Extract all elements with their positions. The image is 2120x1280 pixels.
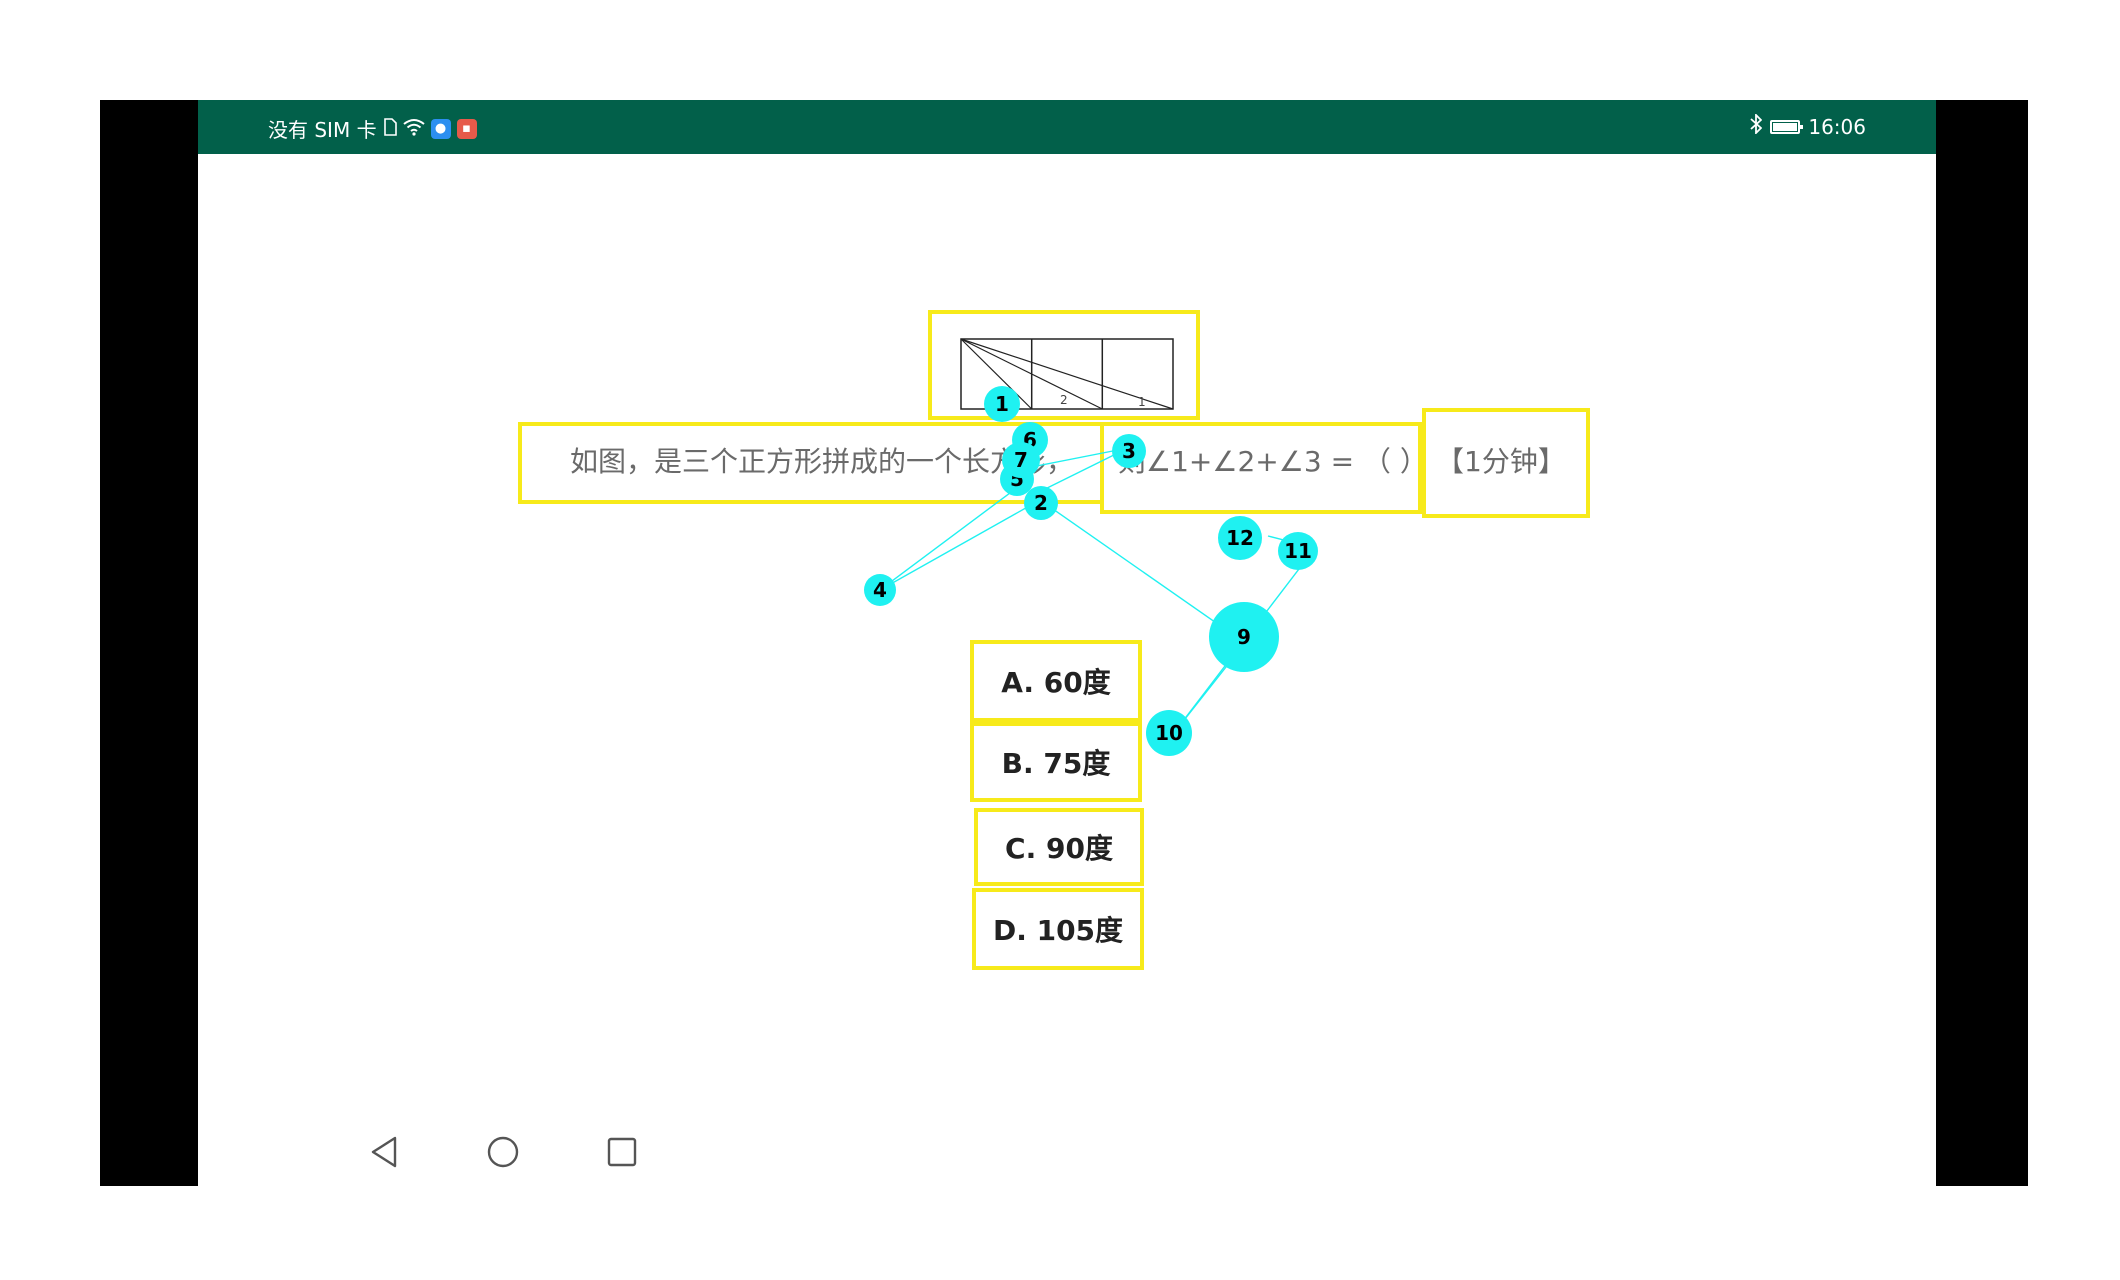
option-d-label: D. 105度 [992, 914, 1124, 947]
marker-4: 4 [864, 574, 896, 606]
status-time: 16:06 [1808, 114, 1866, 139]
marker-7: 7 [1002, 442, 1040, 478]
option-b-label: B. 75度 [1001, 747, 1111, 780]
device-screen: 没有 SIM 卡 ● ▪ 16:06 2 1 如图，是三个正方形拼成的一个长方形… [198, 100, 1936, 1186]
recents-icon[interactable] [602, 1132, 642, 1172]
carrier-text: 没有 SIM 卡 [268, 118, 377, 142]
back-icon[interactable] [364, 1132, 404, 1172]
option-c-button[interactable]: C. 90度 [974, 808, 1144, 886]
status-right: 16:06 [1750, 112, 1866, 139]
option-c-label: C. 90度 [1005, 832, 1113, 865]
marker-12: 12 [1218, 516, 1262, 560]
page: 没有 SIM 卡 ● ▪ 16:06 2 1 如图，是三个正方形拼成的一个长方形… [0, 0, 2120, 1280]
marker-9: 9 [1209, 602, 1279, 672]
sim-card-icon [383, 117, 397, 141]
app-notification-icon: ● [430, 118, 451, 139]
bluetooth-icon [1750, 112, 1763, 139]
option-d-button[interactable]: D. 105度 [972, 888, 1144, 970]
marker-1: 1 [984, 386, 1020, 422]
status-bar: 没有 SIM 卡 ● ▪ 16:06 [198, 100, 1936, 154]
marker-10: 10 [1146, 710, 1192, 756]
status-left: 没有 SIM 卡 ● ▪ [268, 114, 477, 143]
battery-icon [1770, 119, 1804, 134]
question-text-part1: 如图，是三个正方形拼成的一个长方形， [570, 445, 1075, 478]
wifi-icon [402, 117, 425, 141]
option-b-button[interactable]: B. 75度 [970, 722, 1142, 802]
marker-11: 11 [1278, 532, 1318, 570]
home-icon[interactable] [483, 1132, 523, 1172]
angle-label-2: 2 [1060, 393, 1068, 407]
marker-2: 2 [1024, 486, 1058, 520]
image-notification-icon: ▪ [456, 118, 477, 139]
angle-label-1: 1 [1138, 395, 1146, 409]
question-text-part2: 则∠1+∠2+∠3 = （ ） [1118, 445, 1428, 478]
time-hint: 【1分钟】 [1436, 445, 1566, 478]
option-a-label: A. 60度 [1001, 666, 1111, 699]
option-a-button[interactable]: A. 60度 [970, 640, 1142, 722]
marker-3: 3 [1112, 434, 1146, 468]
